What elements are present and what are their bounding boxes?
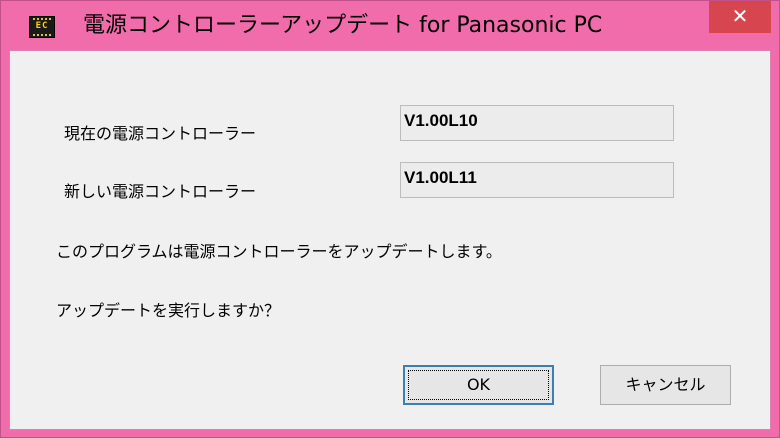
info-message: このプログラムは電源コントローラーをアップデートします。	[56, 242, 502, 261]
window-title: 電源コントローラーアップデート for Panasonic PC	[83, 13, 603, 38]
chip-pins-bottom	[33, 34, 51, 36]
title-bar[interactable]: EC 電源コントローラーアップデート for Panasonic PC ✕	[1, 1, 779, 49]
focus-rectangle	[408, 370, 549, 400]
chip-pins-top	[33, 18, 51, 20]
cancel-button[interactable]: キャンセル	[600, 365, 731, 405]
ec-chip-icon: EC	[29, 16, 55, 38]
confirm-question: アップデートを実行しますか？	[56, 301, 281, 320]
dialog-body: 現在の電源コントローラー V1.00L10 新しい電源コントローラー V1.00…	[9, 50, 771, 430]
ok-button[interactable]: OK	[403, 365, 554, 405]
cancel-button-label: キャンセル	[625, 375, 706, 394]
close-button[interactable]: ✕	[709, 1, 771, 33]
new-version-label: 新しい電源コントローラー	[64, 182, 257, 201]
current-version-field: V1.00L10	[400, 105, 674, 141]
current-version-label: 現在の電源コントローラー	[64, 124, 257, 143]
new-version-field: V1.00L11	[400, 162, 674, 198]
dialog-window: EC 電源コントローラーアップデート for Panasonic PC ✕ 現在…	[0, 0, 780, 438]
app-icon-label: EC	[32, 21, 52, 31]
close-icon: ✕	[731, 4, 749, 28]
